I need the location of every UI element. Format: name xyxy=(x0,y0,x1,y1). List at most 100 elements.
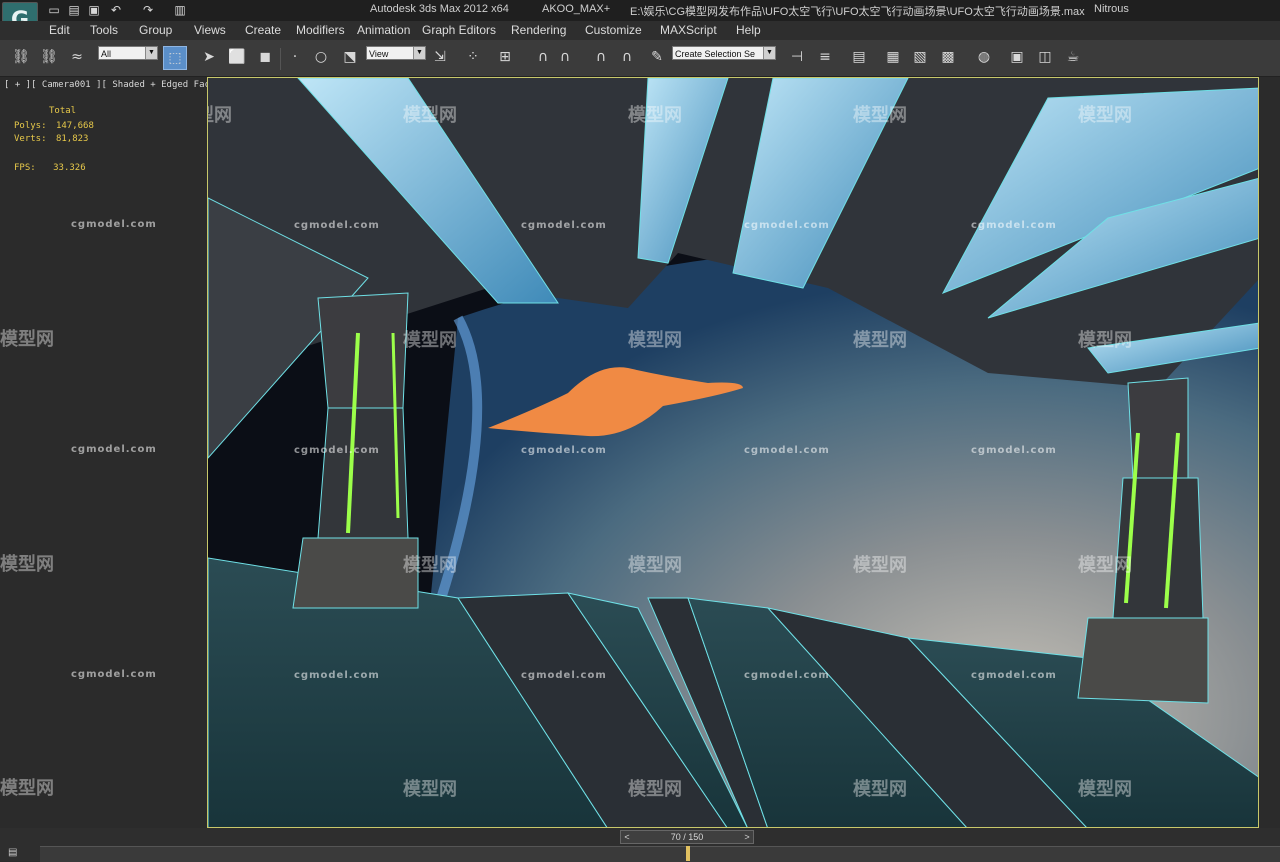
selection-filter-value: All xyxy=(101,49,112,59)
watermark-logo: 模型网 xyxy=(628,330,682,351)
bind-space-warp-icon[interactable]: ≈ xyxy=(66,46,88,68)
menu-views[interactable]: Views xyxy=(194,23,226,37)
mirror-icon[interactable]: ⊣ xyxy=(786,46,808,68)
render-production-icon[interactable]: ☕ xyxy=(1062,46,1084,68)
keyboard-shortcut-icon[interactable]: ⊞ xyxy=(494,46,516,68)
user-name: AKOO_MAX+ xyxy=(542,3,611,15)
render-setup-icon[interactable]: ▣ xyxy=(1006,46,1028,68)
time-slider-next[interactable]: > xyxy=(742,831,752,843)
menu-help[interactable]: Help xyxy=(736,23,761,37)
watermark-logo: 模型网 xyxy=(403,555,457,576)
schematic-view-icon[interactable]: ▩ xyxy=(937,46,959,68)
watermark-logo: 模型网 xyxy=(1078,330,1132,351)
menu-modifiers[interactable]: Modifiers xyxy=(296,23,345,37)
selection-filter-dropdown[interactable]: All ▼ xyxy=(98,46,158,60)
stats-verts: Verts: 81,823 xyxy=(14,134,88,144)
undo-icon[interactable]: ↶ xyxy=(108,2,124,18)
select-manipulate-icon[interactable]: ⁘ xyxy=(462,46,484,68)
toolbar-divider xyxy=(280,48,281,70)
camera-viewport[interactable]: cgmodel.com cgmodel.com cgmodel.com cgmo… xyxy=(207,77,1259,828)
watermark-logo: 模型网 xyxy=(1078,105,1132,126)
percent-snap-icon[interactable]: ∩ xyxy=(590,46,612,68)
open-file-icon[interactable]: ▤ xyxy=(66,2,82,18)
save-icon[interactable]: ▣ xyxy=(86,2,102,18)
watermark-text: cgmodel.com xyxy=(521,445,607,456)
new-file-icon[interactable]: ▭ xyxy=(46,2,62,18)
spinner-snap-icon[interactable]: ∩ xyxy=(616,46,638,68)
watermark-logo: 模型网 xyxy=(853,105,907,126)
watermark-text: cgmodel.com xyxy=(744,220,830,231)
watermark-text: cgmodel.com xyxy=(521,220,607,231)
watermark-text: cgmodel.com xyxy=(971,220,1057,231)
select-scale-icon[interactable]: ⬔ xyxy=(339,46,361,68)
watermark-text: cgmodel.com xyxy=(294,445,380,456)
rendered-frame-icon[interactable]: ◫ xyxy=(1034,46,1056,68)
watermark-logo: 模型网 xyxy=(0,554,54,575)
renderer-name: Nitrous xyxy=(1094,3,1129,15)
watermark-text: cgmodel.com xyxy=(71,669,157,680)
stats-fps-value: 33.326 xyxy=(53,163,86,173)
reference-coord-value: View xyxy=(369,49,389,59)
watermark-logo: 模型网 xyxy=(853,779,907,800)
menu-maxscript[interactable]: MAXScript xyxy=(660,23,717,37)
stats-fps: FPS: 33.326 xyxy=(14,163,86,173)
menu-customize[interactable]: Customize xyxy=(585,23,642,37)
select-by-name-icon[interactable]: ➤ xyxy=(198,46,220,68)
unlink-icon[interactable]: ⛓ xyxy=(38,46,60,68)
frame-counter: 70 / 150 xyxy=(670,832,704,842)
rect-selection-icon[interactable]: ⬜ xyxy=(226,46,248,68)
curve-editor-icon[interactable]: ▧ xyxy=(909,46,931,68)
time-slider-prev[interactable]: < xyxy=(622,831,632,843)
stats-verts-value: 81,823 xyxy=(55,134,89,144)
timeline: < 70 / 150 > ▤ xyxy=(0,828,1280,862)
watermark-text: cgmodel.com xyxy=(71,444,157,455)
watermark-text: cgmodel.com xyxy=(294,220,380,231)
viewport-label[interactable]: [ + ][ Camera001 ][ Shaded + Edged Faces… xyxy=(4,80,232,90)
watermark-logo: 模型网 xyxy=(403,330,457,351)
time-slider[interactable]: < 70 / 150 > xyxy=(620,830,754,844)
select-rotate-icon[interactable]: ○ xyxy=(310,46,332,68)
title-bar: G ▭ ▤ ▣ ↶ ↷ ▥ Autodesk 3ds Max 2012 x64 … xyxy=(0,0,1280,38)
watermark-text: cgmodel.com xyxy=(971,445,1057,456)
menu-edit[interactable]: Edit xyxy=(49,23,70,37)
edit-named-selection-icon[interactable]: ✎ xyxy=(646,46,668,68)
named-selection-dropdown[interactable]: Create Selection Se ▼ xyxy=(672,46,776,60)
watermark-text: cgmodel.com xyxy=(71,219,157,230)
menu-bar: Edit Tools Group Views Create Modifiers … xyxy=(0,21,1280,40)
menu-animation[interactable]: Animation xyxy=(357,23,410,37)
menu-tools[interactable]: Tools xyxy=(90,23,118,37)
link-icon[interactable]: ⛓ xyxy=(10,46,32,68)
align-icon[interactable]: ≡ xyxy=(814,46,836,68)
watermark-logo: 模型网 xyxy=(403,779,457,800)
named-selection-value: Create Selection Se xyxy=(675,49,756,59)
menu-group[interactable]: Group xyxy=(139,23,172,37)
watermark-text: cgmodel.com xyxy=(294,670,380,681)
stats-polys-value: 147,668 xyxy=(55,121,94,131)
menu-graph-editors[interactable]: Graph Editors xyxy=(422,23,496,37)
watermark-logo: 模型网 xyxy=(628,105,682,126)
menu-create[interactable]: Create xyxy=(245,23,281,37)
project-icon[interactable]: ▥ xyxy=(172,2,188,18)
snaps-toggle-icon[interactable]: ∩ xyxy=(532,46,554,68)
angle-snap-icon[interactable]: ∩ xyxy=(554,46,576,68)
redo-icon[interactable]: ↷ xyxy=(140,2,156,18)
right-panel xyxy=(1259,77,1280,828)
watermark-text: cgmodel.com xyxy=(971,670,1057,681)
watermark-logo: 模型网 xyxy=(208,105,232,126)
stats-verts-label: Verts: xyxy=(14,134,47,144)
pivot-center-icon[interactable]: ⇲ xyxy=(429,46,451,68)
graphite-tools-icon[interactable]: ▦ xyxy=(882,46,904,68)
chevron-down-icon: ▼ xyxy=(763,47,775,59)
watermark-logo: 模型网 xyxy=(853,555,907,576)
reference-coord-dropdown[interactable]: View ▼ xyxy=(366,46,426,60)
stats-fps-label: FPS: xyxy=(14,163,36,173)
select-move-icon[interactable]: · xyxy=(284,46,306,68)
select-object-icon[interactable]: ⬚ xyxy=(163,46,187,70)
window-crossing-icon[interactable]: ◼ xyxy=(254,46,276,68)
watermark-text: cgmodel.com xyxy=(744,670,830,681)
timeline-ruler[interactable] xyxy=(40,846,1280,862)
layer-manager-icon[interactable]: ▤ xyxy=(848,46,870,68)
menu-rendering[interactable]: Rendering xyxy=(511,23,566,37)
material-editor-icon[interactable]: ◍ xyxy=(973,46,995,68)
mini-curve-editor-icon[interactable]: ▤ xyxy=(8,847,28,859)
